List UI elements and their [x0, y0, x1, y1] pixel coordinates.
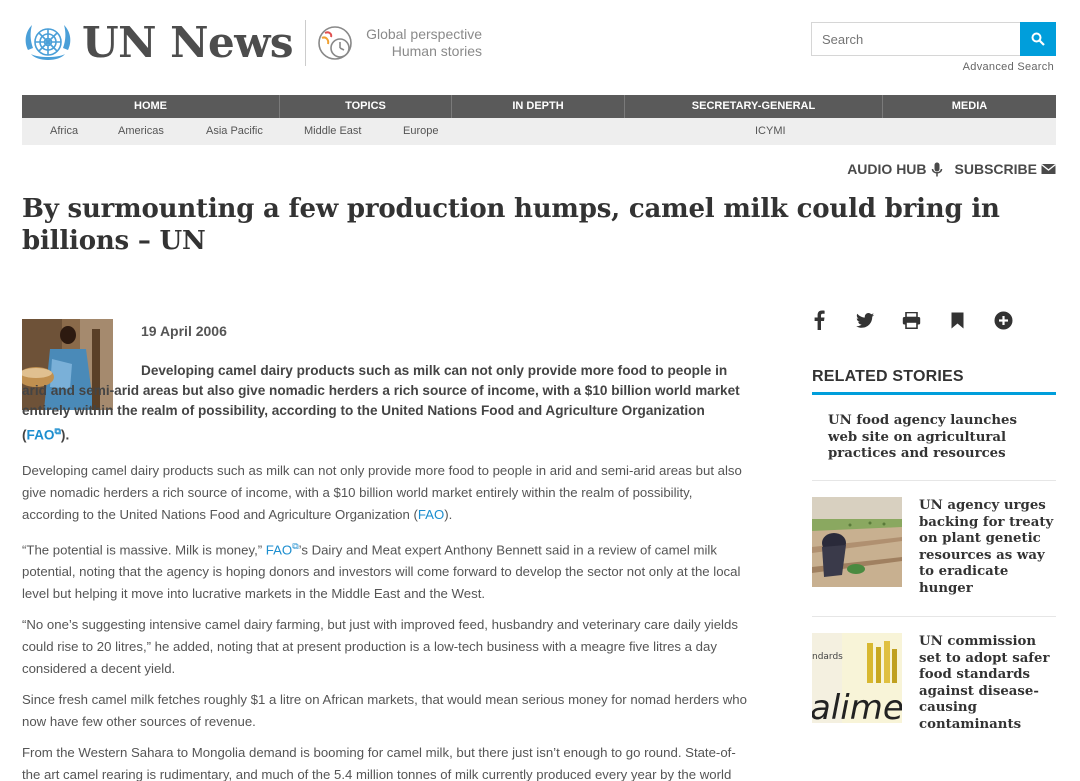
article-lead: Developing camel dairy products such as …	[22, 361, 750, 446]
paragraph-text: ).	[444, 507, 453, 522]
article-body: Developing camel dairy products such as …	[22, 460, 750, 781]
facebook-icon[interactable]	[808, 309, 830, 331]
article-date: 19 April 2006	[141, 323, 227, 339]
globe-clock-icon	[318, 26, 352, 60]
un-emblem-icon	[25, 25, 71, 60]
nav-in-depth[interactable]: IN DEPTH	[452, 95, 625, 118]
related-stories-title: RELATED STORIES	[812, 368, 1056, 395]
logo-divider	[305, 20, 307, 66]
subscribe-link[interactable]: SUBSCRIBE	[955, 161, 1056, 177]
lead-text: Developing camel dairy products such as …	[22, 363, 740, 443]
fao-link[interactable]: FAO	[266, 542, 292, 557]
envelope-icon	[1041, 163, 1056, 174]
subnav-africa[interactable]: Africa	[50, 125, 78, 137]
search-button[interactable]	[1020, 22, 1056, 56]
paragraph: “The potential is massive. Milk is money…	[22, 535, 750, 605]
subnav-icymi[interactable]: ICYMI	[755, 125, 786, 137]
audio-hub-label: AUDIO HUB	[847, 161, 927, 177]
utility-links: AUDIO HUB SUBSCRIBE	[847, 161, 1056, 177]
nav-topics[interactable]: TOPICS	[280, 95, 452, 118]
microphone-icon	[931, 162, 942, 176]
related-story-2[interactable]: UN agency urges backing for treaty on pl…	[919, 498, 1059, 597]
related-story-1[interactable]: UN food agency launches web site on agri…	[812, 413, 1056, 463]
site-logo[interactable]: UN News Global perspective Human stories	[22, 20, 482, 66]
logo-text: UN News	[82, 18, 294, 67]
lead-end: ).	[60, 427, 70, 443]
search-icon	[1031, 32, 1045, 46]
subnav-americas[interactable]: Americas	[118, 125, 164, 137]
nav-secretary-general[interactable]: SECRETARY-GENERAL	[625, 95, 883, 118]
advanced-search-link[interactable]: Advanced Search	[963, 61, 1054, 73]
subnav-middle-east[interactable]: Middle East	[304, 125, 361, 137]
divider	[812, 480, 1056, 481]
audio-hub-link[interactable]: AUDIO HUB	[847, 161, 942, 177]
paragraph-text: “The potential is massive. Milk is money…	[22, 542, 266, 558]
nav-media[interactable]: MEDIA	[883, 95, 1056, 118]
tagline-line2: Human stories	[391, 43, 483, 59]
paragraph: “No one’s suggesting intensive camel dai…	[22, 617, 738, 677]
svg-text:ndards: ndards	[812, 652, 843, 662]
search-bar	[811, 22, 1056, 56]
print-icon[interactable]	[900, 309, 922, 331]
paragraph: From the Western Sahara to Mongolia dema…	[22, 745, 736, 781]
subnav-europe[interactable]: Europe	[403, 125, 438, 137]
fao-link[interactable]: FAO	[27, 428, 55, 443]
svg-text:alime: alime	[812, 688, 902, 723]
nav-home[interactable]: HOME	[22, 95, 280, 118]
share-toolbar	[808, 309, 1014, 331]
related-story-3-thumbnail[interactable]: alime ndards	[812, 633, 902, 723]
subscribe-label: SUBSCRIBE	[954, 161, 1037, 177]
divider	[812, 616, 1056, 617]
paragraph: Since fresh camel milk fetches roughly $…	[22, 692, 747, 730]
tagline: Global perspective Human stories	[366, 26, 482, 60]
subnav-asia-pacific[interactable]: Asia Pacific	[206, 125, 263, 137]
paragraph: Developing camel dairy products such as …	[22, 460, 750, 526]
tagline-line1: Global perspective	[366, 26, 483, 42]
search-input[interactable]	[811, 22, 1020, 56]
sub-nav: Africa Americas Asia Pacific Middle East…	[22, 118, 1056, 145]
main-nav: HOME TOPICS IN DEPTH SECRETARY-GENERAL M…	[22, 95, 1056, 118]
bookmark-icon[interactable]	[946, 309, 968, 331]
related-story-2-thumbnail[interactable]	[812, 497, 902, 587]
more-plus-icon[interactable]	[992, 309, 1014, 331]
related-story-3[interactable]: UN commission set to adopt safer food st…	[919, 634, 1059, 733]
paragraph-text: Developing camel dairy products such as …	[22, 463, 742, 522]
site-header: UN News Global perspective Human stories…	[22, 18, 1056, 78]
fao-link[interactable]: FAO	[418, 507, 444, 522]
twitter-icon[interactable]	[854, 309, 876, 331]
article-headline: By surmounting a few production humps, c…	[22, 194, 1000, 256]
